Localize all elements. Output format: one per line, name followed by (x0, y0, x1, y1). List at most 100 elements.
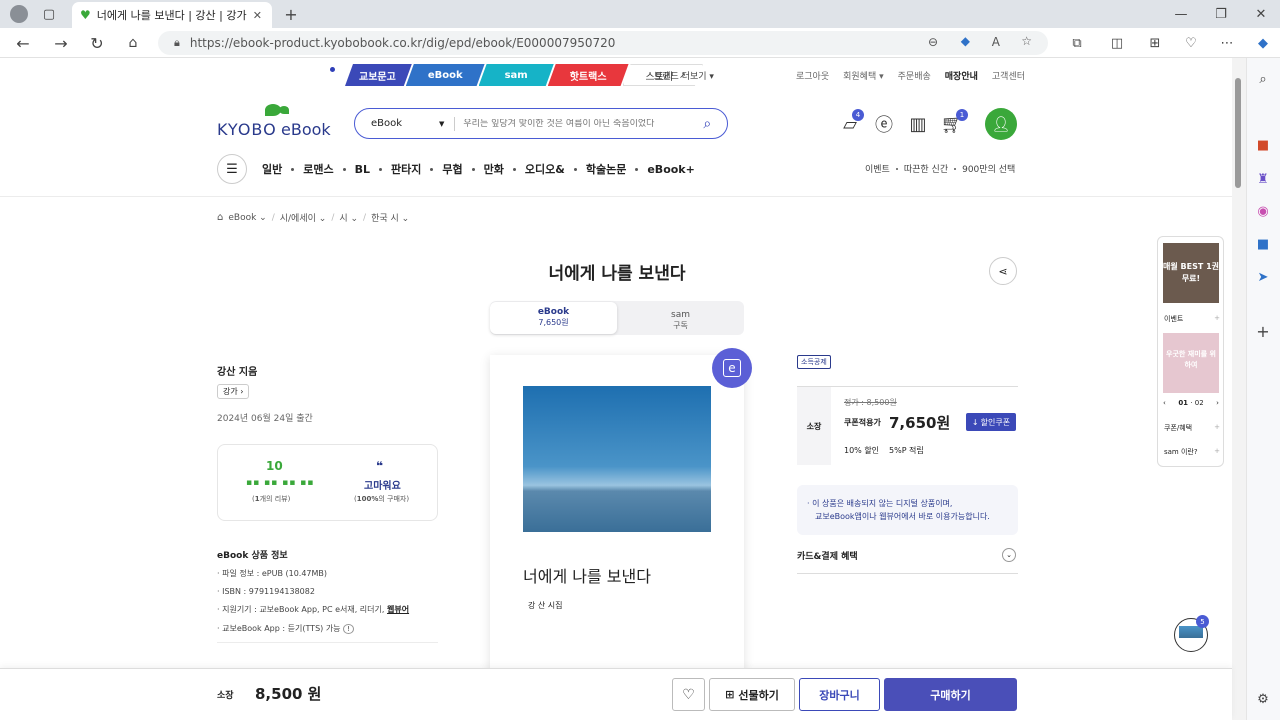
breadcrumb-item[interactable]: 시/에세이 ⌄ (280, 211, 327, 224)
discount-rate: 10% 할인 (844, 446, 880, 455)
nav-dot (573, 167, 577, 171)
order-link[interactable]: 주문배송 (898, 69, 931, 82)
active-tab[interactable]: ♥ 너에게 나를 보낸다 | 강산 | 강가 ✕ (72, 2, 272, 28)
side-panel: 매월 BEST 1권 무료! 이벤트 + 우굿한 재미를 위하여 ‹ 01 · 0… (1157, 236, 1224, 467)
new-tab-icon[interactable]: + (280, 3, 302, 25)
buy-button[interactable]: 구매하기 (884, 678, 1017, 711)
side-event-link[interactable]: 이벤트 + (1164, 314, 1220, 324)
pager-text: 01 · 02 (1178, 399, 1204, 407)
quote-icon: ❝ (376, 459, 384, 473)
close-tab-icon[interactable]: ✕ (253, 9, 262, 22)
cart-button[interactable]: 장바구니 (799, 678, 880, 711)
shopping-icon[interactable]: ■ (1252, 134, 1274, 156)
add-sidebar-icon[interactable]: + (1252, 320, 1274, 342)
refresh-icon[interactable]: ↻ (86, 32, 108, 54)
coupon-icon[interactable]: ▱ 4 (838, 109, 864, 136)
cart-icon[interactable]: 🛒︎ 1 (940, 109, 968, 136)
search-category-select[interactable]: eBook (371, 118, 439, 129)
store-link[interactable]: 매장안내 (945, 69, 978, 82)
format-ebook[interactable]: eBook 7,650원 (490, 302, 617, 334)
side-sam-link[interactable]: sam 이란? + (1164, 447, 1220, 457)
breadcrumb-item[interactable]: 한국 시 ⌄ (371, 211, 409, 224)
category-menu-button[interactable]: ☰ (217, 154, 247, 184)
ext-pin-icon[interactable]: ◆ (961, 34, 970, 48)
collections-icon[interactable]: ⊞ (1144, 32, 1166, 54)
nav-ebookplus[interactable]: eBook+ (647, 163, 695, 176)
coupon-button[interactable]: ↓ 할인쿠폰 (966, 413, 1016, 431)
bookshelf-icon[interactable]: ▥ (906, 112, 930, 136)
chip-ebook[interactable]: eBook (406, 64, 485, 86)
nav-choice[interactable]: 900만의 선택 (962, 162, 1015, 175)
pager-prev-icon[interactable]: ‹ (1163, 399, 1166, 407)
games-icon[interactable]: ♜ (1252, 168, 1274, 190)
nav-academic[interactable]: 학술논문 (586, 161, 626, 177)
read-aloud-icon[interactable]: A (992, 35, 1000, 49)
support-link[interactable]: 고객센터 (992, 69, 1025, 82)
favorite-icon[interactable]: ☆ (1021, 34, 1032, 48)
my-account-button[interactable]: 👤︎ (985, 108, 1017, 140)
profile-icon[interactable] (10, 5, 28, 23)
buy-label: 구매하기 (930, 688, 971, 702)
fun-banner[interactable]: 우굿한 재미를 위하여 (1163, 333, 1219, 393)
maximize-icon[interactable]: ❐ (1210, 3, 1232, 25)
side-coupon-link[interactable]: 쿠폰/혜택 + (1164, 423, 1220, 433)
book-cover[interactable]: 너에게 나를 보낸다 강 산 시집 (490, 355, 744, 675)
ebook-library-icon[interactable]: ⓔ (872, 112, 896, 136)
share-button[interactable]: ⋖ (989, 257, 1017, 285)
nav-audio[interactable]: 오디오& (525, 161, 565, 177)
nav-fantasy[interactable]: 판타지 (391, 161, 421, 177)
close-window-icon[interactable]: ✕ (1250, 3, 1272, 25)
more-menu-icon[interactable]: ⋯ (1216, 32, 1238, 54)
nav-bl[interactable]: BL (355, 163, 370, 176)
site-logo[interactable]: KYOBO eBook (217, 104, 337, 140)
office-icon[interactable]: ◉ (1252, 200, 1274, 222)
forward-icon[interactable]: → (50, 32, 72, 54)
settings-gear-icon[interactable]: ⚙ (1252, 688, 1274, 710)
scrollbar-thumb[interactable] (1235, 78, 1241, 188)
card-benefit-toggle[interactable]: 카드&결제 혜택 ⌄ (797, 546, 1018, 574)
wishlist-button[interactable]: ♡ (672, 678, 705, 711)
nav-martial[interactable]: 무협 (442, 161, 462, 177)
search-input[interactable] (463, 118, 700, 129)
url-bar[interactable]: 🔒︎ https://ebook-product.kyobobook.co.kr… (158, 31, 1048, 55)
nav-general[interactable]: 일반 (262, 161, 282, 177)
own-label: 소장 (806, 421, 822, 431)
home-breadcrumb-icon[interactable]: ⌂ (217, 212, 223, 223)
breadcrumb-item[interactable]: eBook ⌄ (228, 213, 266, 223)
split-screen-icon[interactable]: ◫ (1106, 32, 1128, 54)
format-sam[interactable]: sam 구독 (617, 305, 744, 331)
pager-next-icon[interactable]: › (1216, 399, 1219, 407)
logout-link[interactable]: 로그아웃 (796, 69, 829, 82)
chip-kyobo[interactable]: 교보문고 (345, 64, 412, 86)
performance-icon[interactable]: ♡ (1180, 32, 1202, 54)
hamburger-icon: ☰ (226, 161, 238, 177)
tab-actions-icon[interactable]: ▢ (38, 3, 60, 25)
chip-sam[interactable]: sam (479, 64, 554, 86)
home-icon[interactable]: ⌂ (122, 32, 144, 54)
search-sidebar-icon[interactable]: ⌕ (1252, 68, 1274, 90)
best-banner[interactable]: 매월 BEST 1권 무료! (1163, 243, 1219, 303)
breadcrumb-item[interactable]: 시 ⌄ (339, 211, 358, 224)
brand-more-link[interactable]: 브랜드 더보기 ▾ (654, 69, 714, 82)
share-icon: ⋖ (998, 264, 1008, 278)
chip-hottracks[interactable]: 핫트랙스 (548, 64, 629, 86)
send-icon[interactable]: ➤ (1252, 266, 1274, 288)
nav-new[interactable]: 따끈한 신간 (904, 162, 948, 175)
outlook-icon[interactable]: ■ (1252, 233, 1274, 255)
info-circle-icon[interactable]: ! (343, 624, 354, 634)
nav-romance[interactable]: 로맨스 (303, 161, 333, 177)
webviewer-link[interactable]: 웹뷰어 (387, 605, 409, 614)
search-icon[interactable]: ⌕ (703, 116, 711, 132)
author[interactable]: 강산 지음 (217, 363, 257, 378)
zoom-icon[interactable]: ⊖ (928, 35, 938, 49)
nav-comics[interactable]: 만화 (484, 161, 504, 177)
recent-badge: 5 (1196, 615, 1209, 628)
publisher-tag[interactable]: 강가 › (217, 384, 250, 399)
minimize-icon[interactable]: — (1170, 3, 1192, 25)
copilot-icon[interactable]: ◆ (1252, 32, 1274, 54)
nav-event[interactable]: 이벤트 (865, 162, 890, 175)
member-benefit-link[interactable]: 회원혜택 ▾ (843, 69, 884, 82)
gift-button[interactable]: ⊞ 선물하기 (709, 678, 795, 711)
back-icon[interactable]: ← (12, 32, 34, 54)
extensions-icon[interactable]: ⧉ (1066, 32, 1088, 54)
